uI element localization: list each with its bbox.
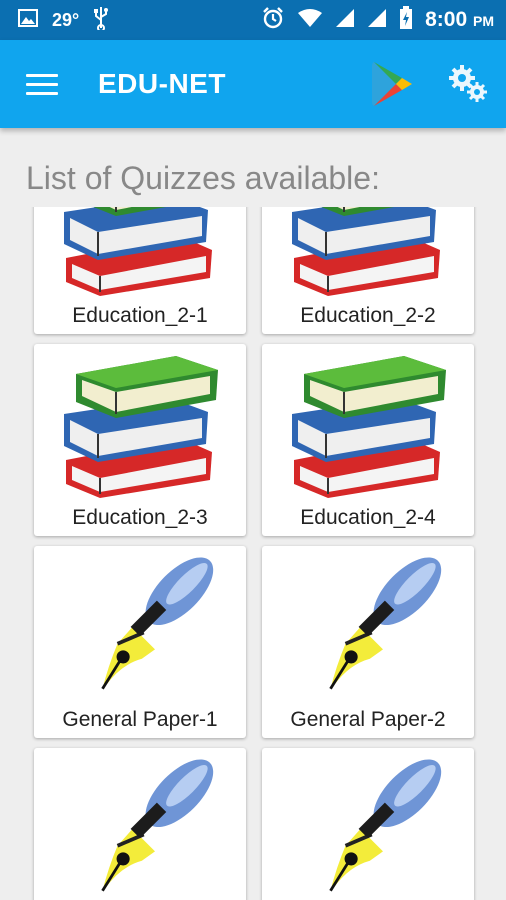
battery-charging-icon xyxy=(399,5,413,35)
temperature-text: 29° xyxy=(52,9,80,30)
quiz-card[interactable]: Education_2-2 xyxy=(262,207,474,334)
wifi-icon xyxy=(297,8,323,33)
quiz-list-heading: List of Quizzes available: xyxy=(26,160,380,196)
quiz-card[interactable]: General Paper-1 xyxy=(34,546,246,738)
quiz-card-label: General Paper-2 xyxy=(290,708,446,731)
play-store-icon[interactable] xyxy=(370,60,416,108)
usb-icon xyxy=(93,6,109,35)
app-bar: EDU-NET xyxy=(0,40,506,128)
quiz-card[interactable]: General Paper-3 xyxy=(34,748,246,900)
signal-2-icon xyxy=(367,8,387,33)
quiz-card-label: Education_2-4 xyxy=(300,506,436,529)
books-icon xyxy=(60,207,220,296)
fountain-pen-icon xyxy=(60,550,220,700)
quiz-grid[interactable]: Education_2-1 Education_2-2 Education_2-3 E… xyxy=(0,207,506,900)
quiz-card-label: Education_2-2 xyxy=(300,304,436,327)
alarm-icon xyxy=(261,6,285,35)
clock-text: 8:00 PM xyxy=(425,8,494,31)
quiz-card-label: Education_2-3 xyxy=(72,506,208,529)
gallery-icon xyxy=(18,8,38,32)
signal-icon xyxy=(335,8,355,33)
quiz-card-label: General Paper-1 xyxy=(62,708,218,731)
menu-icon[interactable] xyxy=(26,69,62,99)
books-icon xyxy=(288,207,448,296)
settings-gears-icon[interactable] xyxy=(446,62,490,106)
books-icon xyxy=(60,348,220,498)
quiz-card[interactable]: Education_2-3 xyxy=(34,344,246,536)
status-bar: 29° 8:00 PM xyxy=(0,0,506,40)
app-title: EDU-NET xyxy=(98,68,226,99)
quiz-card[interactable]: General Paper-2 xyxy=(262,546,474,738)
fountain-pen-icon xyxy=(288,550,448,700)
books-icon xyxy=(288,348,448,498)
quiz-card[interactable]: Education_2-4 xyxy=(262,344,474,536)
quiz-card[interactable]: Education_2-1 xyxy=(34,207,246,334)
fountain-pen-icon xyxy=(288,752,448,900)
quiz-card[interactable]: General Paper-4 xyxy=(262,748,474,900)
quiz-card-label: Education_2-1 xyxy=(72,304,208,327)
fountain-pen-icon xyxy=(60,752,220,900)
